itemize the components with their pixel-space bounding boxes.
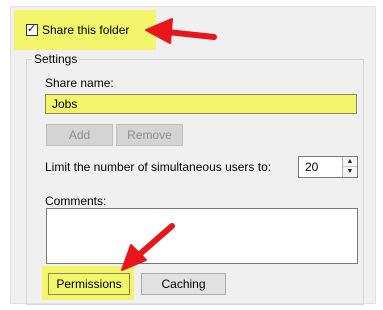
red-arrow-icon (121, 223, 175, 271)
